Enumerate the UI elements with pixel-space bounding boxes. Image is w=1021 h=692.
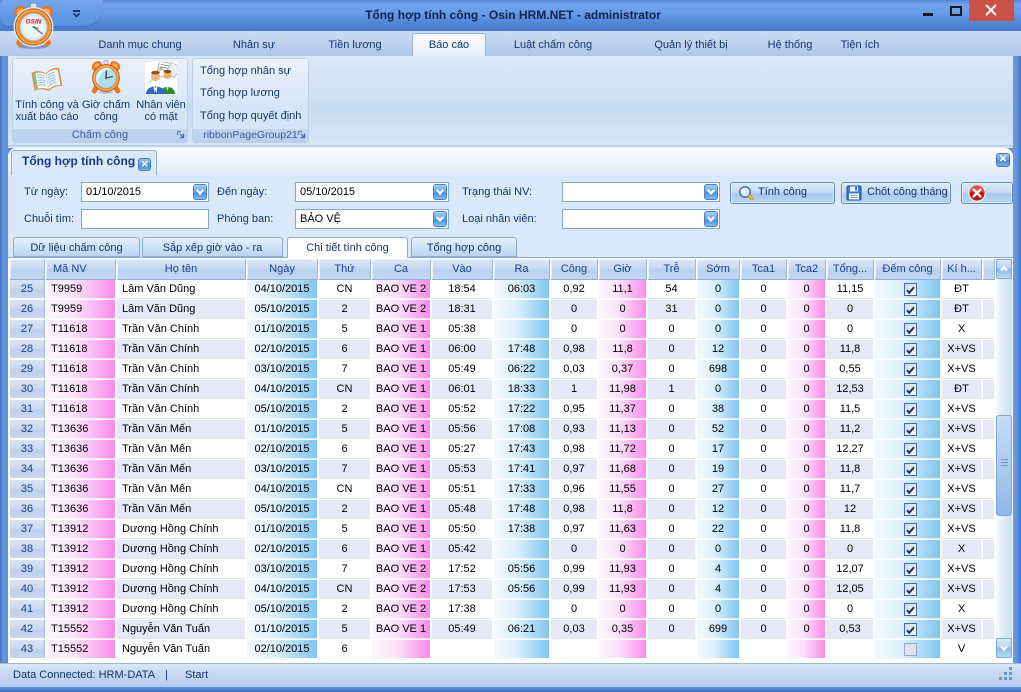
svg-text:OSIN: OSIN bbox=[26, 19, 42, 26]
